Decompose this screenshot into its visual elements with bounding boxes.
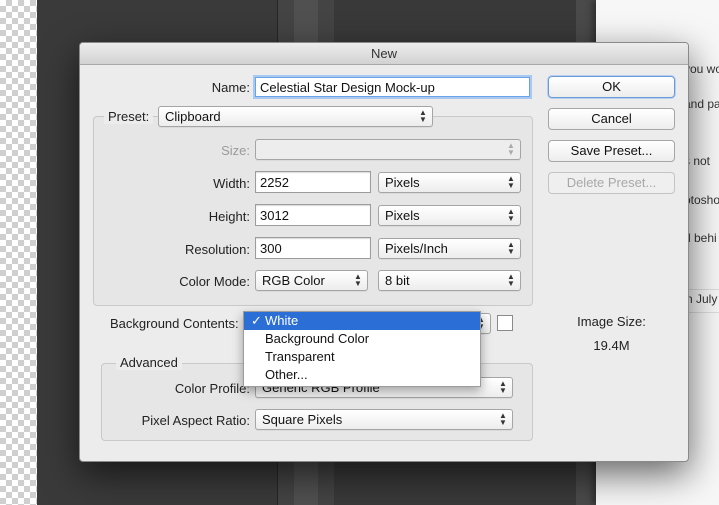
bit-depth-value: 8 bit — [385, 273, 410, 288]
menu-item-background-color[interactable]: Background Color — [244, 330, 480, 348]
width-input[interactable]: 2252 — [255, 171, 371, 193]
updown-arrows-icon: ▲▼ — [419, 108, 427, 124]
cancel-button[interactable]: Cancel — [548, 108, 675, 130]
pixel-aspect-select[interactable]: Square Pixels ▲ ▼ — [255, 409, 513, 430]
page-text-snippet: n July 1 — [686, 292, 719, 306]
color-mode-label: Color Mode: — [179, 274, 250, 289]
updown-arrows-icon: ▲▼ — [507, 240, 515, 256]
resolution-label: Resolution: — [184, 242, 250, 257]
pixel-aspect-label: Pixel Aspect Ratio: — [141, 413, 250, 428]
menu-item-label: Other... — [265, 367, 308, 382]
name-input[interactable]: Celestial Star Design Mock-up — [255, 77, 530, 97]
menu-item-label: White — [265, 313, 299, 328]
menu-item-label: Background Color — [265, 331, 370, 346]
preset-select-value: Clipboard — [165, 109, 221, 124]
height-input[interactable]: 3012 — [255, 204, 371, 226]
height-unit-value: Pixels — [385, 208, 420, 223]
updown-arrows-icon: ▲▼ — [507, 174, 515, 190]
background-color-swatch[interactable] — [497, 315, 513, 331]
color-mode-value: RGB Color — [262, 273, 325, 288]
color-profile-label: Color Profile: — [174, 381, 250, 396]
height-label: Height: — [208, 209, 250, 224]
page-text-snippet: and pa — [684, 97, 719, 111]
updown-arrows-icon: ▲▼ — [507, 207, 515, 223]
background-contents-menu: ✓ White Background Color Transparent Oth… — [243, 311, 481, 387]
transparency-checkerboard — [0, 0, 37, 505]
page-text-snippet: you wo — [684, 62, 719, 76]
height-unit-select[interactable]: Pixels ▲ ▼ — [378, 205, 521, 226]
menu-item-other[interactable]: Other... — [244, 366, 480, 384]
updown-arrows-icon: ▲▼ — [507, 141, 515, 157]
width-unit-select[interactable]: Pixels ▲ ▼ — [378, 172, 521, 193]
image-size-label: Image Size: — [577, 314, 646, 329]
menu-item-label: Transparent — [265, 349, 335, 364]
size-label: Size: — [221, 143, 250, 158]
resolution-unit-select[interactable]: Pixels/Inch ▲ ▼ — [378, 238, 521, 259]
preset-select[interactable]: Clipboard ▲ ▼ — [158, 106, 433, 127]
resolution-unit-value: Pixels/Inch — [385, 241, 448, 256]
width-label: Width: — [213, 176, 250, 191]
updown-arrows-icon: ▲▼ — [499, 379, 507, 395]
updown-arrows-icon: ▲▼ — [354, 272, 362, 288]
bit-depth-select[interactable]: 8 bit ▲ ▼ — [378, 270, 521, 291]
menu-item-transparent[interactable]: Transparent — [244, 348, 480, 366]
advanced-label: Advanced — [116, 355, 182, 370]
new-document-dialog: New Name: Celestial Star Design Mock-up … — [79, 42, 689, 462]
image-size-value: 19.4M — [593, 338, 630, 353]
pixel-aspect-value: Square Pixels — [262, 412, 343, 427]
delete-preset-button: Delete Preset... — [548, 172, 675, 194]
size-select: ▲ ▼ — [255, 139, 521, 160]
updown-arrows-icon: ▲▼ — [499, 411, 507, 427]
color-mode-select[interactable]: RGB Color ▲ ▼ — [255, 270, 368, 291]
width-unit-value: Pixels — [385, 175, 420, 190]
background-contents-label: Background Contents: — [110, 316, 239, 331]
ok-button[interactable]: OK — [548, 76, 675, 98]
resolution-input[interactable]: 300 — [255, 237, 371, 259]
checkmark-icon: ✓ — [251, 313, 262, 328]
preset-label: Preset: — [104, 109, 154, 124]
name-label: Name: — [211, 80, 250, 95]
save-preset-button[interactable]: Save Preset... — [548, 140, 675, 162]
menu-item-white[interactable]: ✓ White — [244, 312, 480, 330]
page-divider — [686, 289, 719, 290]
dialog-title: New — [80, 43, 688, 65]
page-divider — [686, 312, 719, 313]
updown-arrows-icon: ▲▼ — [507, 272, 515, 288]
page-text-snippet: otosho — [684, 193, 719, 207]
